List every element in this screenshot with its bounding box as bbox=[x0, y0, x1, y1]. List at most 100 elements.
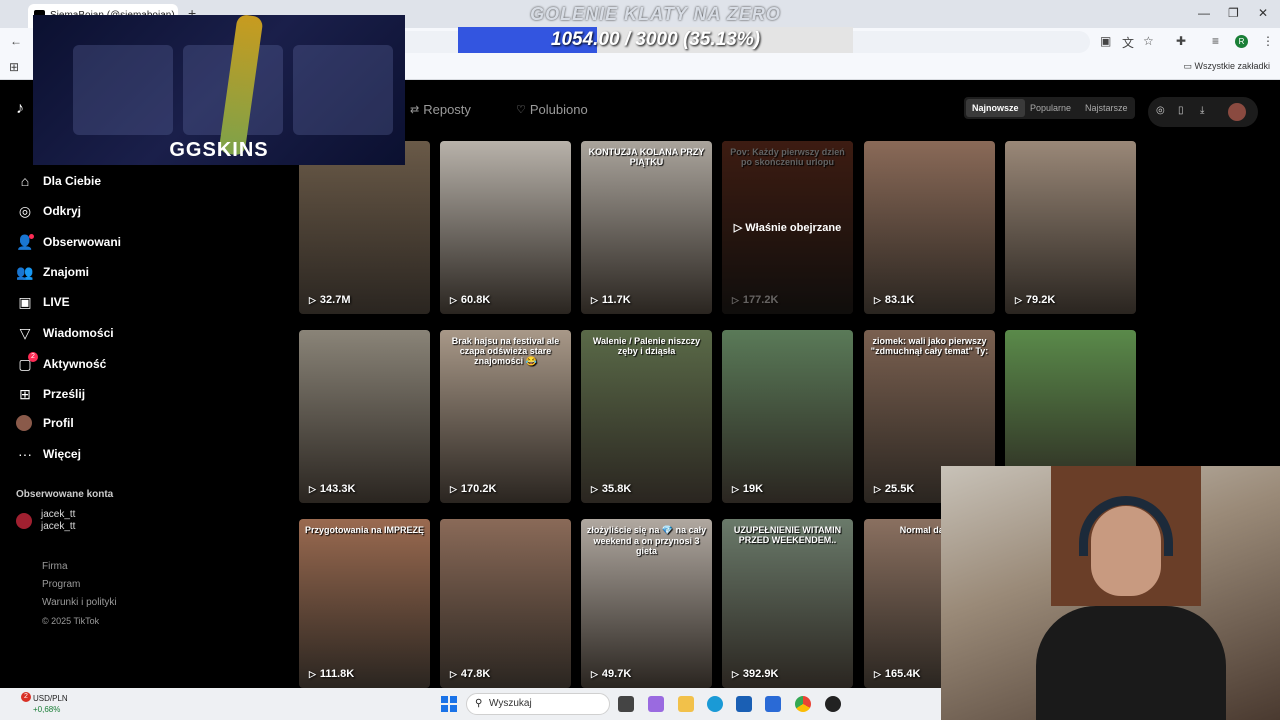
back-icon[interactable]: ← bbox=[10, 34, 22, 48]
video-views: ▷ 35.8K bbox=[591, 483, 631, 495]
profile-icon[interactable]: R bbox=[1235, 35, 1248, 48]
messages-icon: ▽ bbox=[19, 324, 31, 341]
task-view-icon[interactable] bbox=[618, 696, 634, 712]
video-card[interactable]: ▷ 143.3K bbox=[299, 330, 430, 503]
video-card[interactable]: ▷ 79.2K bbox=[1005, 141, 1136, 314]
all-bookmarks-link[interactable]: ▭ Wszystkie zakładki bbox=[1183, 61, 1270, 72]
download-icon[interactable]: ⤓ bbox=[1200, 105, 1204, 116]
video-views: ▷ 111.8K bbox=[309, 668, 354, 680]
video-caption: Brak hajsu na festival ale czapa odśwież… bbox=[451, 336, 560, 366]
compass-icon: ◎ bbox=[18, 202, 32, 219]
sidebar-item-label: Dla Ciebie bbox=[43, 174, 102, 188]
tiktok-logo-icon[interactable]: ♪ bbox=[16, 100, 24, 118]
notification-badge: 2 bbox=[28, 351, 38, 362]
play-icon: ▷ bbox=[874, 668, 881, 679]
outlook-icon[interactable] bbox=[736, 696, 752, 712]
play-icon: ▷ bbox=[450, 483, 457, 494]
followed-account[interactable]: jacek_tt jacek_tt bbox=[16, 509, 75, 533]
menu-icon[interactable]: ⋮ bbox=[1262, 34, 1274, 48]
translate-icon[interactable]: 文 bbox=[1122, 34, 1134, 51]
video-card[interactable]: UZUPEŁNIENIE WITAMIN PRZED WEEKENDEM.. ▷ 3… bbox=[722, 519, 853, 688]
video-card[interactable]: Przygotowania na IMPREZĘ ▷ 111.8K bbox=[299, 519, 430, 688]
tab-reposts[interactable]: ⇄ Reposty bbox=[410, 102, 471, 117]
chrome-icon[interactable] bbox=[795, 696, 811, 712]
apps-icon[interactable]: ⊞ bbox=[9, 60, 19, 74]
view-count: 111.8K bbox=[319, 668, 355, 680]
coin-icon[interactable]: ◎ bbox=[1156, 105, 1165, 116]
heart-icon: ♡ bbox=[516, 104, 526, 116]
video-card[interactable]: Brak hajsu na festival ale czapa odśwież… bbox=[440, 330, 571, 503]
footer-link-terms[interactable]: Warunki i polityki bbox=[42, 594, 117, 612]
extensions-icon[interactable]: ✚ bbox=[1176, 34, 1186, 48]
sidebar-item-profil[interactable]: Profil bbox=[16, 413, 74, 433]
play-icon: ▷ bbox=[591, 483, 598, 494]
video-card[interactable]: ▷ 83.1K bbox=[864, 141, 995, 314]
video-views: ▷ 392.9K bbox=[732, 668, 778, 680]
video-card[interactable]: ▷ 19K bbox=[722, 330, 853, 503]
sidebar-item-więcej[interactable]: ··· Więcej bbox=[16, 444, 81, 464]
sidebar-item-live[interactable]: ▣ LIVE bbox=[16, 292, 70, 312]
play-icon: ▷ bbox=[309, 294, 316, 305]
play-icon: ▷ bbox=[874, 483, 881, 494]
video-caption: Przygotowania na IMPREZĘ bbox=[304, 525, 425, 535]
tab-reposts-label: Reposty bbox=[423, 102, 471, 117]
store-icon[interactable] bbox=[765, 696, 781, 712]
view-count: 25.5K bbox=[884, 483, 915, 495]
sidebar-item-odkryj[interactable]: ◎ Odkryj bbox=[16, 201, 81, 221]
friends-icon: 👥 bbox=[16, 263, 34, 280]
video-card[interactable]: ▷ 60.8K bbox=[440, 141, 571, 314]
video-card[interactable]: ▷ 47.8K bbox=[440, 519, 571, 688]
play-icon: ▷ bbox=[591, 294, 598, 305]
restore-icon[interactable]: ❐ bbox=[1228, 6, 1239, 20]
sort-popular-button[interactable]: Popularne bbox=[1024, 99, 1077, 117]
video-views: ▷ 25.5K bbox=[874, 483, 914, 495]
sidebar-item-label: LIVE bbox=[43, 295, 70, 309]
video-views: ▷ 47.8K bbox=[450, 668, 490, 680]
video-card[interactable]: Pov: Każdy pierwszy dzień po skończeniu … bbox=[722, 141, 853, 314]
sidebar-item-prześlij[interactable]: ⊞ Prześlij bbox=[16, 384, 85, 404]
sponsor-logo: GGSKINS bbox=[169, 139, 269, 161]
start-icon[interactable] bbox=[441, 696, 457, 712]
video-views: ▷ 165.4K bbox=[874, 668, 920, 680]
video-card[interactable]: Walenie / Palenie niszczy zęby i dziąsła… bbox=[581, 330, 712, 503]
bookmark-star-icon[interactable]: ☆ bbox=[1143, 34, 1154, 48]
tab-liked[interactable]: ♡ Polubiono bbox=[516, 102, 588, 117]
media-icon[interactable]: ≡ bbox=[1212, 34, 1219, 48]
file-explorer-icon[interactable] bbox=[678, 696, 694, 712]
video-views: ▷ 143.3K bbox=[309, 483, 355, 495]
sidebar-item-wiadomości[interactable]: ▽ Wiadomości bbox=[16, 323, 114, 343]
widget-change: +0,68% bbox=[33, 705, 61, 714]
widgets-button[interactable]: USD/PLN +0,68% bbox=[33, 693, 68, 715]
view-count: 11.7K bbox=[601, 294, 631, 306]
sort-newest-button[interactable]: Najnowsze bbox=[966, 99, 1025, 117]
video-card[interactable]: KONTUZJA KOLANA PRZY PIĄTKU ▷ 11.7K bbox=[581, 141, 712, 314]
video-card[interactable]: ▷ 32.7M bbox=[299, 141, 430, 314]
sidebar-item-dla-ciebie[interactable]: ⌂ Dla Ciebie bbox=[16, 171, 101, 191]
video-views: ▷ 83.1K bbox=[874, 294, 914, 306]
sidebar-item-znajomi[interactable]: 👥 Znajomi bbox=[16, 262, 89, 282]
sidebar-item-label: Obserwowani bbox=[43, 235, 122, 249]
edge-icon[interactable] bbox=[707, 696, 723, 712]
view-count: 35.8K bbox=[601, 483, 632, 495]
obs-icon[interactable] bbox=[825, 696, 841, 712]
all-bookmarks-label: Wszystkie zakładki bbox=[1194, 61, 1270, 71]
sidebar-item-obserwowani[interactable]: 👤 Obserwowani bbox=[16, 232, 121, 252]
profile-avatar bbox=[16, 415, 32, 431]
video-thumbnail bbox=[299, 330, 430, 503]
video-card[interactable]: złożyliście się na 💎 na cały weekend a o… bbox=[581, 519, 712, 688]
device-icon[interactable]: ▯ bbox=[1178, 105, 1184, 116]
cast-icon[interactable]: ▣ bbox=[1100, 34, 1111, 48]
footer-link-company[interactable]: Firma bbox=[42, 558, 117, 576]
copilot-icon[interactable] bbox=[648, 696, 664, 712]
search-icon: ⚲ bbox=[475, 698, 483, 709]
user-avatar[interactable] bbox=[1228, 103, 1246, 121]
close-window-icon[interactable]: ✕ bbox=[1258, 6, 1268, 20]
view-count: 79.2K bbox=[1025, 294, 1056, 306]
taskbar-search[interactable]: ⚲ Wyszukaj bbox=[466, 693, 610, 715]
footer-link-program[interactable]: Program bbox=[42, 576, 117, 594]
minimize-icon[interactable]: — bbox=[1198, 6, 1210, 20]
sort-oldest-button[interactable]: Najstarsze bbox=[1079, 99, 1134, 117]
sidebar-item-aktywność[interactable]: ▢ 2 Aktywność bbox=[16, 351, 106, 374]
video-thumbnail bbox=[864, 141, 995, 314]
video-caption: UZUPEŁNIENIE WITAMIN PRZED WEEKENDEM.. bbox=[733, 525, 842, 545]
